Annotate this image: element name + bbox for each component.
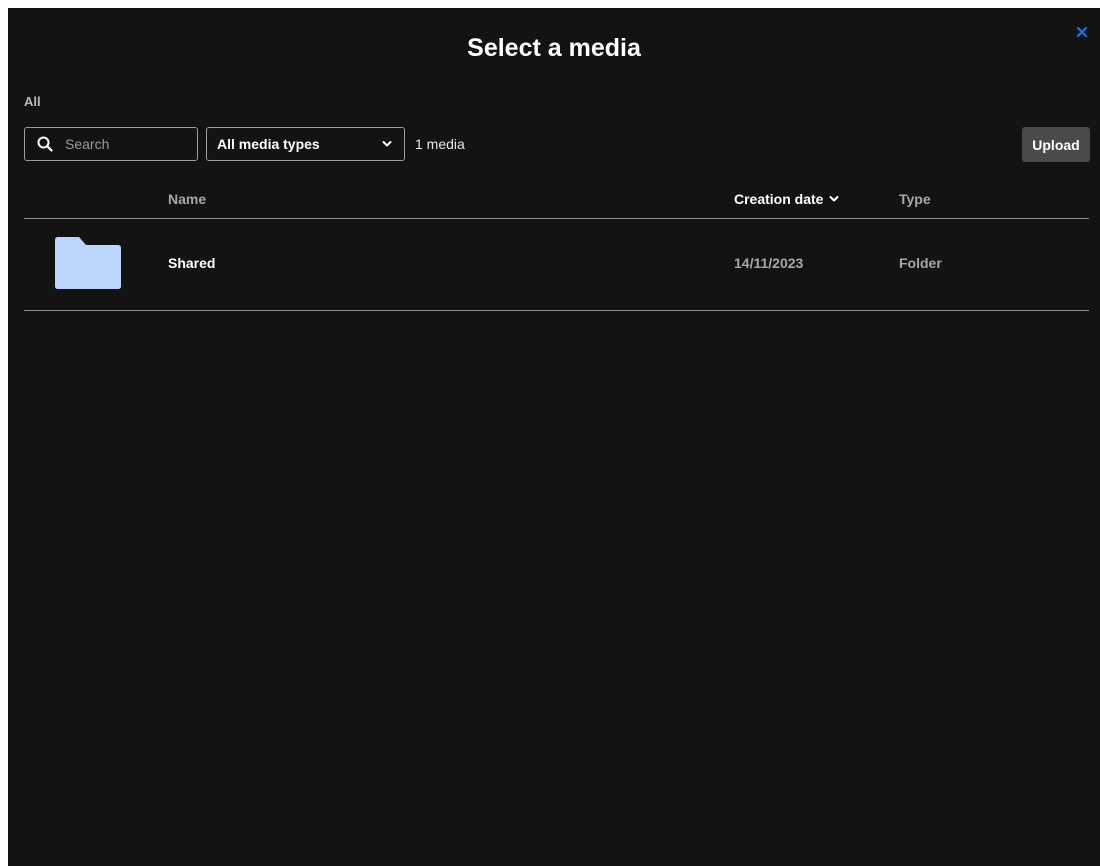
chevron-down-icon [829,196,839,202]
search-input[interactable] [63,135,187,153]
column-header-creation-date[interactable]: Creation date [734,191,839,207]
media-type-selected-value: All media types [217,136,320,152]
column-header-type[interactable]: Type [899,191,931,207]
modal-title: Select a media [467,34,641,62]
upload-button[interactable]: Upload [1022,127,1090,162]
row-creation-date: 14/11/2023 [734,255,804,271]
column-header-creation-date-label: Creation date [734,191,824,207]
table-row-divider [24,310,1089,311]
row-type: Folder [899,255,942,271]
breadcrumb-all[interactable]: All [24,94,41,109]
folder-icon [55,237,121,289]
media-picker-modal: Select a media All All media types 1 med… [8,8,1100,866]
chevron-down-icon [382,141,392,147]
search-field[interactable] [24,127,198,161]
column-header-name[interactable]: Name [168,191,206,207]
media-count: 1 media [415,136,465,152]
row-name: Shared [168,255,216,271]
media-type-select[interactable]: All media types [206,127,405,161]
search-icon [37,136,53,152]
table-row[interactable]: Shared 14/11/2023 Folder [24,219,1089,310]
